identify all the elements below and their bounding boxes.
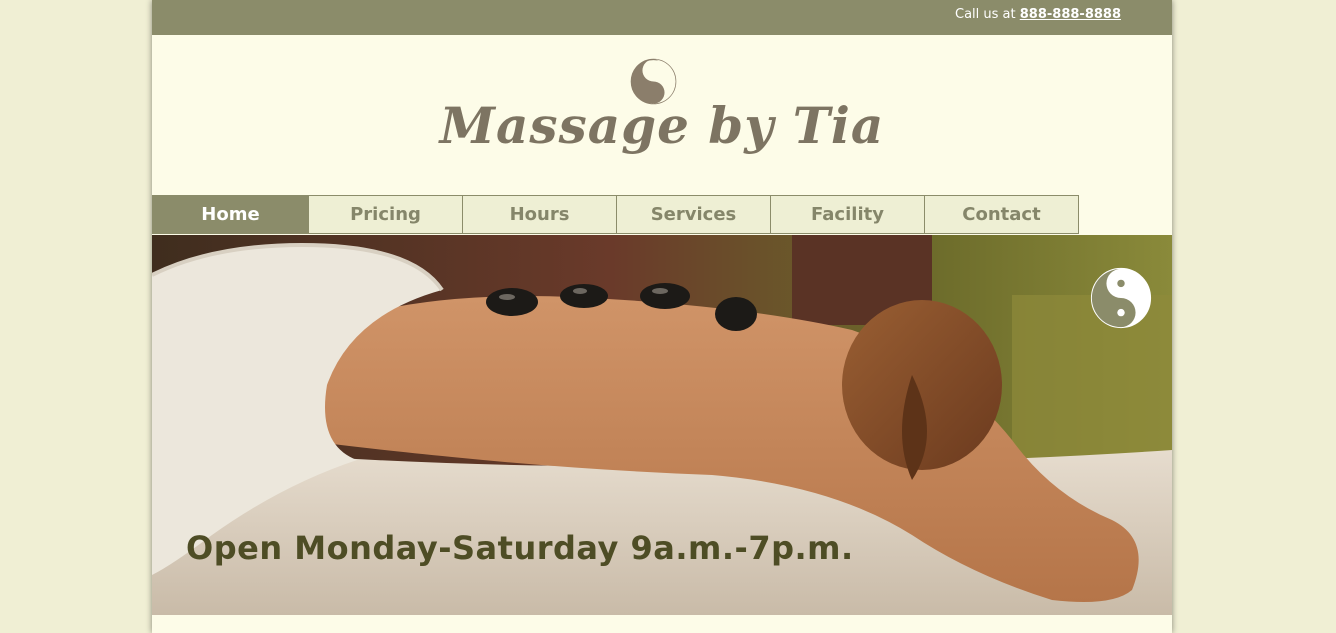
hero-banner: Open Monday-Saturday 9a.m.-7p.m. (152, 235, 1172, 615)
call-us: Call us at 888-888-8888 (955, 7, 1121, 22)
nav-services[interactable]: Services (617, 195, 771, 234)
nav-home[interactable]: Home (152, 195, 309, 234)
main-nav: Home Pricing Hours Services Facility Con… (152, 195, 1079, 234)
phone-link[interactable]: 888-888-8888 (1020, 7, 1121, 22)
hours-caption: Open Monday-Saturday 9a.m.-7p.m. (186, 529, 854, 567)
nav-hours[interactable]: Hours (463, 195, 617, 234)
call-prefix: Call us at (955, 7, 1016, 22)
site-logo[interactable]: Massage by Tia (152, 96, 1172, 155)
nav-facility[interactable]: Facility (771, 195, 925, 234)
page-container: Call us at 888-888-8888 Massage by Tia H… (152, 0, 1172, 633)
yin-yang-icon (1090, 267, 1152, 329)
top-bar: Call us at 888-888-8888 (152, 0, 1172, 35)
nav-contact[interactable]: Contact (925, 195, 1079, 234)
nav-pricing[interactable]: Pricing (309, 195, 463, 234)
